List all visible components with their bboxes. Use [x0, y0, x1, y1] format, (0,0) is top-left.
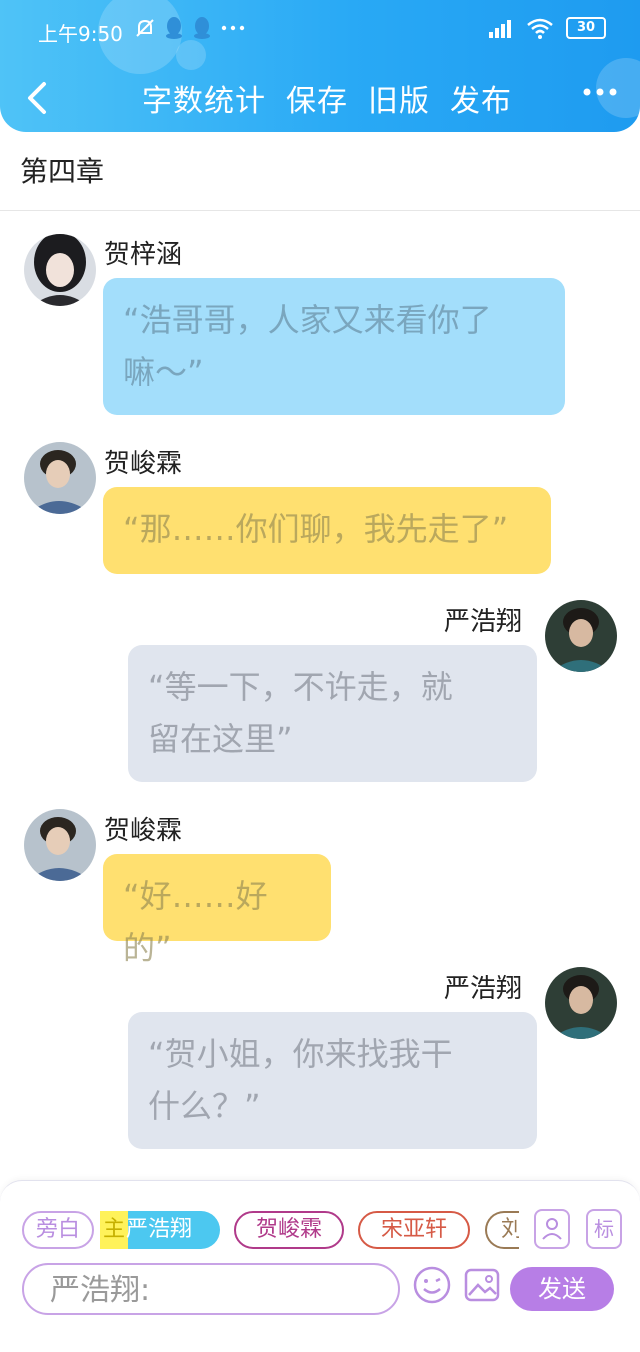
image-icon [464, 1268, 500, 1302]
message-bubble[interactable]: “那……你们聊，我先走了” [103, 487, 551, 574]
role-chip-main[interactable]: 主 严浩翔 [100, 1211, 220, 1249]
message-text: “那……你们聊，我先走了” [123, 510, 509, 548]
emoji-button[interactable] [412, 1265, 452, 1305]
speaker-name: 严浩翔 [444, 974, 523, 1004]
message-text: “贺小姐，你来找我干 [148, 1035, 453, 1073]
image-button[interactable] [462, 1265, 502, 1305]
mute-bell-icon [136, 19, 154, 37]
message-input-wrapper [22, 1263, 400, 1315]
avatar-yan-haoxiang[interactable] [545, 600, 617, 672]
avatar-he-junlin[interactable] [24, 809, 96, 881]
avatar-he-zihan[interactable] [24, 234, 96, 306]
message-text: 什么？” [148, 1087, 261, 1125]
message-bubble[interactable]: “贺小姐，你来找我干 什么？” [128, 1012, 537, 1149]
status-time: 上午9:50 [38, 22, 123, 46]
more-button[interactable] [582, 78, 618, 110]
word-count-button[interactable]: 字数统计 [142, 76, 266, 120]
emoji-icon [413, 1266, 451, 1304]
message-text: “好……好的” [123, 877, 268, 967]
message-text: 留在这里” [148, 720, 293, 758]
message-text: “等一下，不许走，就 [148, 668, 453, 706]
status-system-icons: 30 [488, 17, 606, 39]
avatar-he-junlin[interactable] [24, 442, 96, 514]
avatar-yan-haoxiang[interactable] [545, 967, 617, 1039]
add-role-button[interactable] [534, 1209, 570, 1249]
qq-icon [194, 17, 210, 39]
nav-bar: 字数统计 保存 旧版 发布 [0, 70, 640, 130]
avatar-image [24, 809, 96, 881]
speaker-name: 贺峻霖 [104, 449, 183, 479]
status-notification-icons [134, 16, 246, 40]
chapter-title[interactable]: 第四章 [20, 150, 104, 190]
old-version-button[interactable]: 旧版 [368, 76, 430, 120]
main-role-name: 严浩翔 [126, 1217, 193, 1242]
speaker-name: 贺梓涵 [104, 240, 183, 270]
divider [0, 210, 640, 211]
avatar-image [545, 967, 617, 1039]
message-text: “浩哥哥，人家又来看你了 [123, 301, 492, 339]
person-icon [542, 1218, 562, 1240]
send-button[interactable]: 发送 [510, 1267, 614, 1311]
save-button[interactable]: 保存 [286, 76, 348, 120]
avatar-image [545, 600, 617, 672]
chevron-left-icon [28, 82, 46, 114]
avatar-image [24, 442, 96, 514]
wifi-icon [527, 18, 553, 39]
qq-icon [166, 17, 182, 39]
speaker-name: 贺峻霖 [104, 816, 183, 846]
role-chip-aside[interactable]: 旁白 [22, 1211, 94, 1249]
role-chip-song-yaxuan[interactable]: 宋亚轩 [358, 1211, 470, 1249]
role-chip-partial[interactable]: 刘 [485, 1211, 519, 1249]
message-bubble[interactable]: “等一下，不许走，就 留在这里” [128, 645, 537, 782]
main-role-tag: 主 [100, 1211, 128, 1249]
message-bubble[interactable]: “浩哥哥，人家又来看你了 嘛～” [103, 278, 565, 415]
message-text: 嘛～” [123, 353, 204, 391]
message-input[interactable] [48, 1269, 392, 1311]
nav-actions: 字数统计 保存 旧版 发布 [142, 76, 512, 120]
app-header: 上午9:50 30 字数统计 保存 旧版 发布 [0, 0, 640, 132]
role-chip-he-junlin[interactable]: 贺峻霖 [234, 1211, 344, 1249]
battery-indicator: 30 [566, 17, 606, 39]
message-bubble[interactable]: “好……好的” [103, 854, 331, 967]
publish-button[interactable]: 发布 [450, 76, 512, 120]
composer-panel: 旁白 主 严浩翔 贺峻霖 宋亚轩 刘 标 发送 [0, 1180, 640, 1352]
speaker-name: 严浩翔 [444, 607, 523, 637]
tag-button[interactable]: 标 [586, 1209, 622, 1249]
avatar-image [24, 234, 96, 306]
more-dots-icon [583, 88, 617, 96]
overflow-dots-icon [221, 25, 245, 31]
back-button[interactable] [20, 76, 56, 120]
signal-icon [489, 20, 511, 38]
status-bar: 上午9:50 30 [0, 0, 640, 60]
